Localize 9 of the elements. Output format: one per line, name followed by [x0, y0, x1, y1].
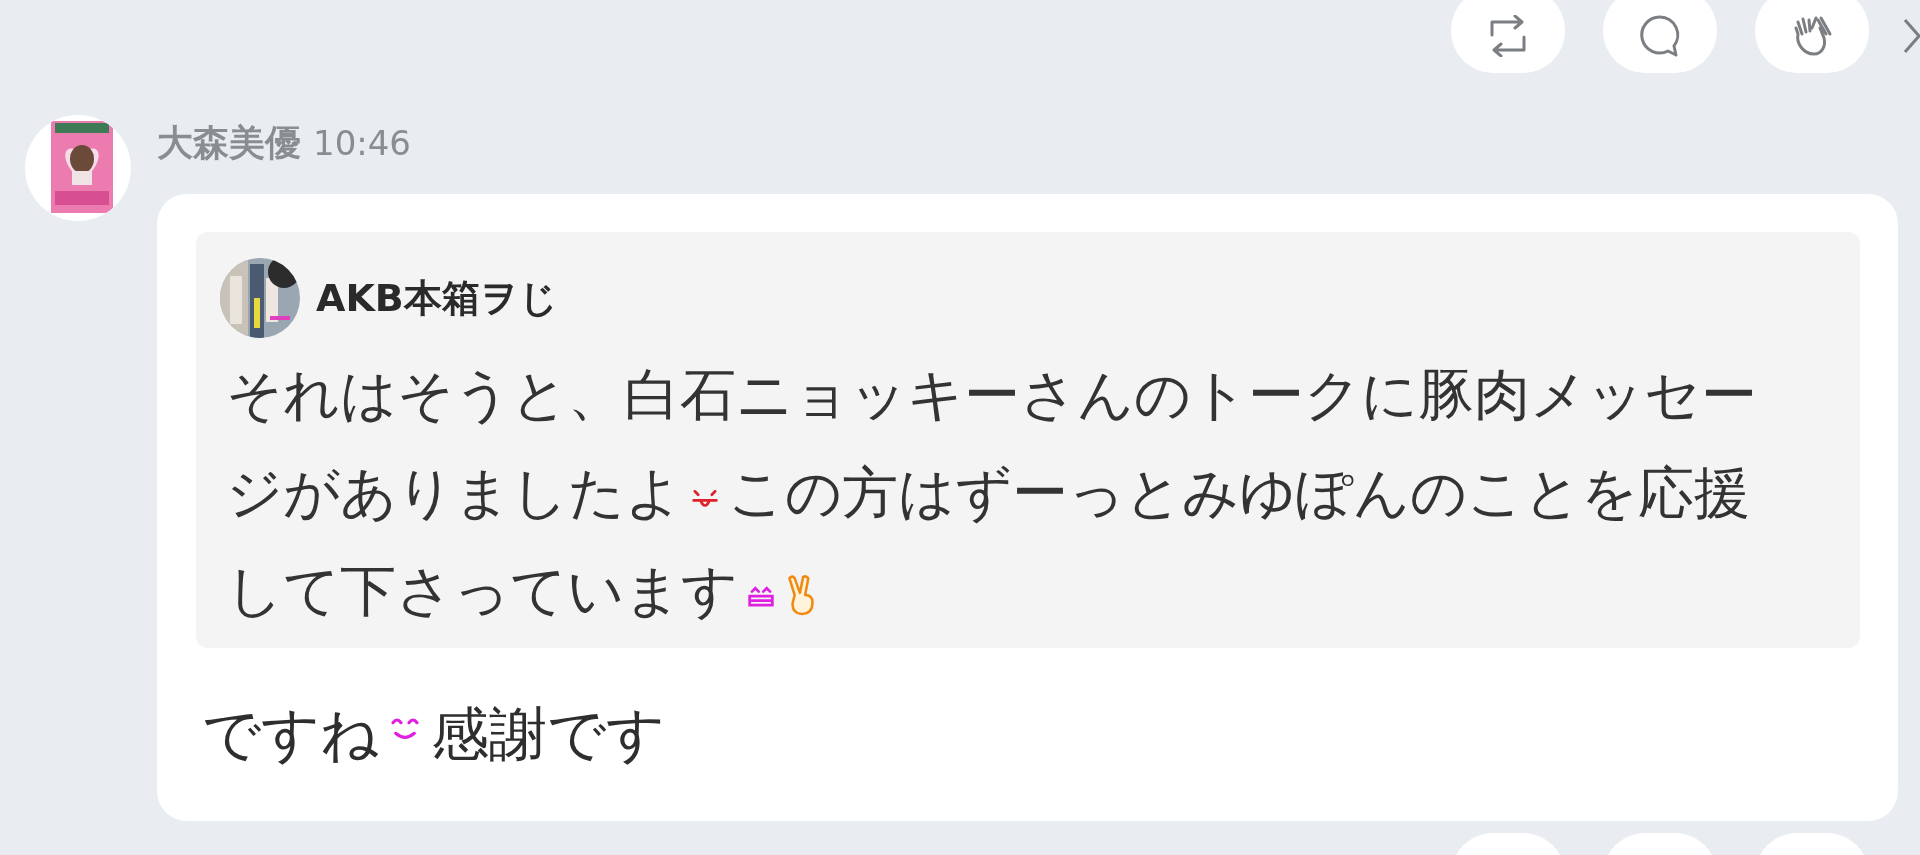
chevron-right-icon[interactable]: [1903, 17, 1920, 54]
quoted-message[interactable]: AKB本箱ヲじ それはそうと、白石ニョッキーさんのトークに豚肉メッセージがありましたよ この方はずーっとみゆぽんのことを応援して下さっています: [196, 232, 1860, 648]
message-text: ですね 感謝です: [202, 699, 666, 770]
repost-icon: [1488, 14, 1528, 57]
quoted-author: AKB本箱ヲじ: [316, 274, 558, 322]
author-name: 大森美優: [157, 121, 301, 165]
message-time: 10:46: [313, 123, 411, 163]
quoted-text: それはそうと、白石ニョッキーさんのトークに豚肉メッセージがありましたよ この方はずーっとみゆぽんのことを応援して下さっています: [226, 361, 1758, 625]
comment-icon: [1638, 13, 1682, 58]
